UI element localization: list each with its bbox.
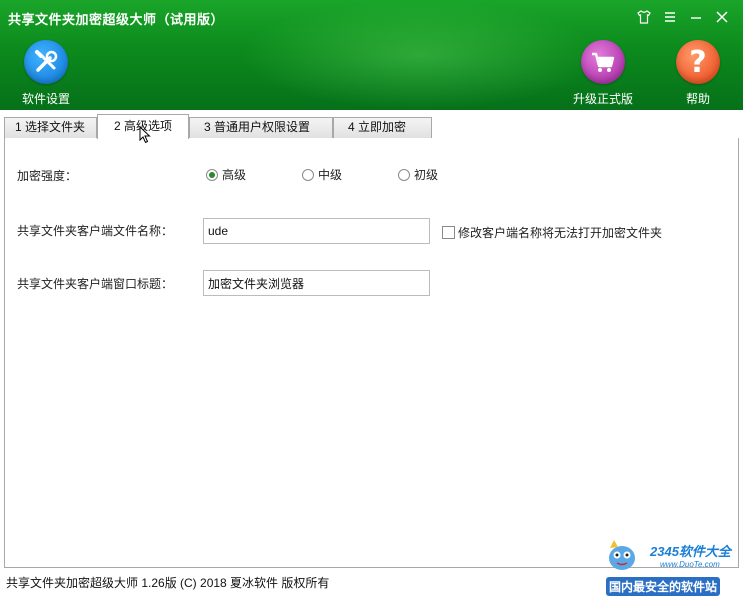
radio-label: 高级 bbox=[222, 168, 247, 182]
radio-label: 初级 bbox=[414, 168, 439, 182]
tab-select-folder[interactable]: 1 选择文件夹 bbox=[4, 117, 97, 138]
watermark: 2345软件大全 www.DuoTe.com 国内最安全的软件站 bbox=[600, 530, 743, 600]
checkbox-label: 修改客户端名称将无法打开加密文件夹 bbox=[458, 226, 663, 240]
upgrade-button[interactable]: 升级正式版 bbox=[573, 40, 633, 107]
radio-button[interactable] bbox=[206, 168, 218, 181]
strength-radio-medium[interactable]: 中级 bbox=[302, 166, 342, 183]
advanced-options-panel: 加密强度： 高级 中级 初级 共享文件夹客户端文件名称： 修改客户端名称将无法打… bbox=[4, 138, 739, 568]
strength-radio-high[interactable]: 高级 bbox=[206, 166, 246, 183]
radio-selected-dot bbox=[209, 171, 215, 178]
window-controls bbox=[633, 6, 733, 28]
app-header: 共享文件夹加密超级大师（试用版） 软件设置 升级正式版 ? 帮助 bbox=[0, 0, 743, 110]
help-label: 帮助 bbox=[685, 92, 710, 106]
tools-icon bbox=[24, 40, 68, 84]
client-filename-label: 共享文件夹客户端文件名称： bbox=[17, 224, 174, 238]
menu-icon[interactable] bbox=[659, 6, 681, 28]
copyright-text: 共享文件夹加密超级大师 1.26版 (C) 2018 夏冰软件 版权所有 bbox=[6, 576, 330, 590]
watermark-slogan: 国内最安全的软件站 bbox=[606, 577, 721, 596]
mouse-cursor-icon bbox=[139, 126, 151, 144]
mascot-icon bbox=[609, 540, 635, 570]
upgrade-label: 升级正式版 bbox=[573, 92, 634, 106]
tab-user-permissions[interactable]: 3 普通用户权限设置 bbox=[189, 117, 333, 138]
client-window-title-label: 共享文件夹客户端窗口标题： bbox=[17, 277, 174, 291]
window-title: 共享文件夹加密超级大师（试用版） bbox=[8, 12, 225, 27]
close-icon[interactable] bbox=[711, 6, 733, 28]
encryption-strength-label: 加密强度： bbox=[17, 169, 78, 183]
tab-encrypt-now[interactable]: 4 立即加密 bbox=[333, 117, 432, 138]
client-window-title-input[interactable] bbox=[203, 270, 430, 296]
radio-button[interactable] bbox=[302, 168, 314, 181]
software-settings-label: 软件设置 bbox=[21, 92, 70, 106]
tab-bar: 1 选择文件夹 2 高级选项 3 普通用户权限设置 4 立即加密 bbox=[0, 110, 743, 139]
watermark-url: www.DuoTe.com bbox=[660, 560, 720, 569]
help-glyph: ? bbox=[689, 44, 707, 80]
client-filename-input[interactable] bbox=[203, 218, 430, 244]
minimize-icon[interactable] bbox=[685, 6, 707, 28]
strength-radio-low[interactable]: 初级 bbox=[398, 166, 438, 183]
software-settings-button[interactable]: 软件设置 bbox=[16, 40, 76, 107]
help-icon: ? bbox=[676, 40, 720, 84]
checkbox-box[interactable] bbox=[442, 226, 455, 239]
watermark-brand: 2345软件大全 bbox=[650, 544, 731, 559]
radio-label: 中级 bbox=[318, 168, 343, 182]
cart-icon bbox=[581, 40, 625, 84]
rename-warning-checkbox[interactable]: 修改客户端名称将无法打开加密文件夹 bbox=[442, 224, 662, 241]
help-button[interactable]: ? 帮助 bbox=[668, 40, 728, 107]
skin-icon[interactable] bbox=[633, 6, 655, 28]
radio-button[interactable] bbox=[398, 168, 410, 181]
